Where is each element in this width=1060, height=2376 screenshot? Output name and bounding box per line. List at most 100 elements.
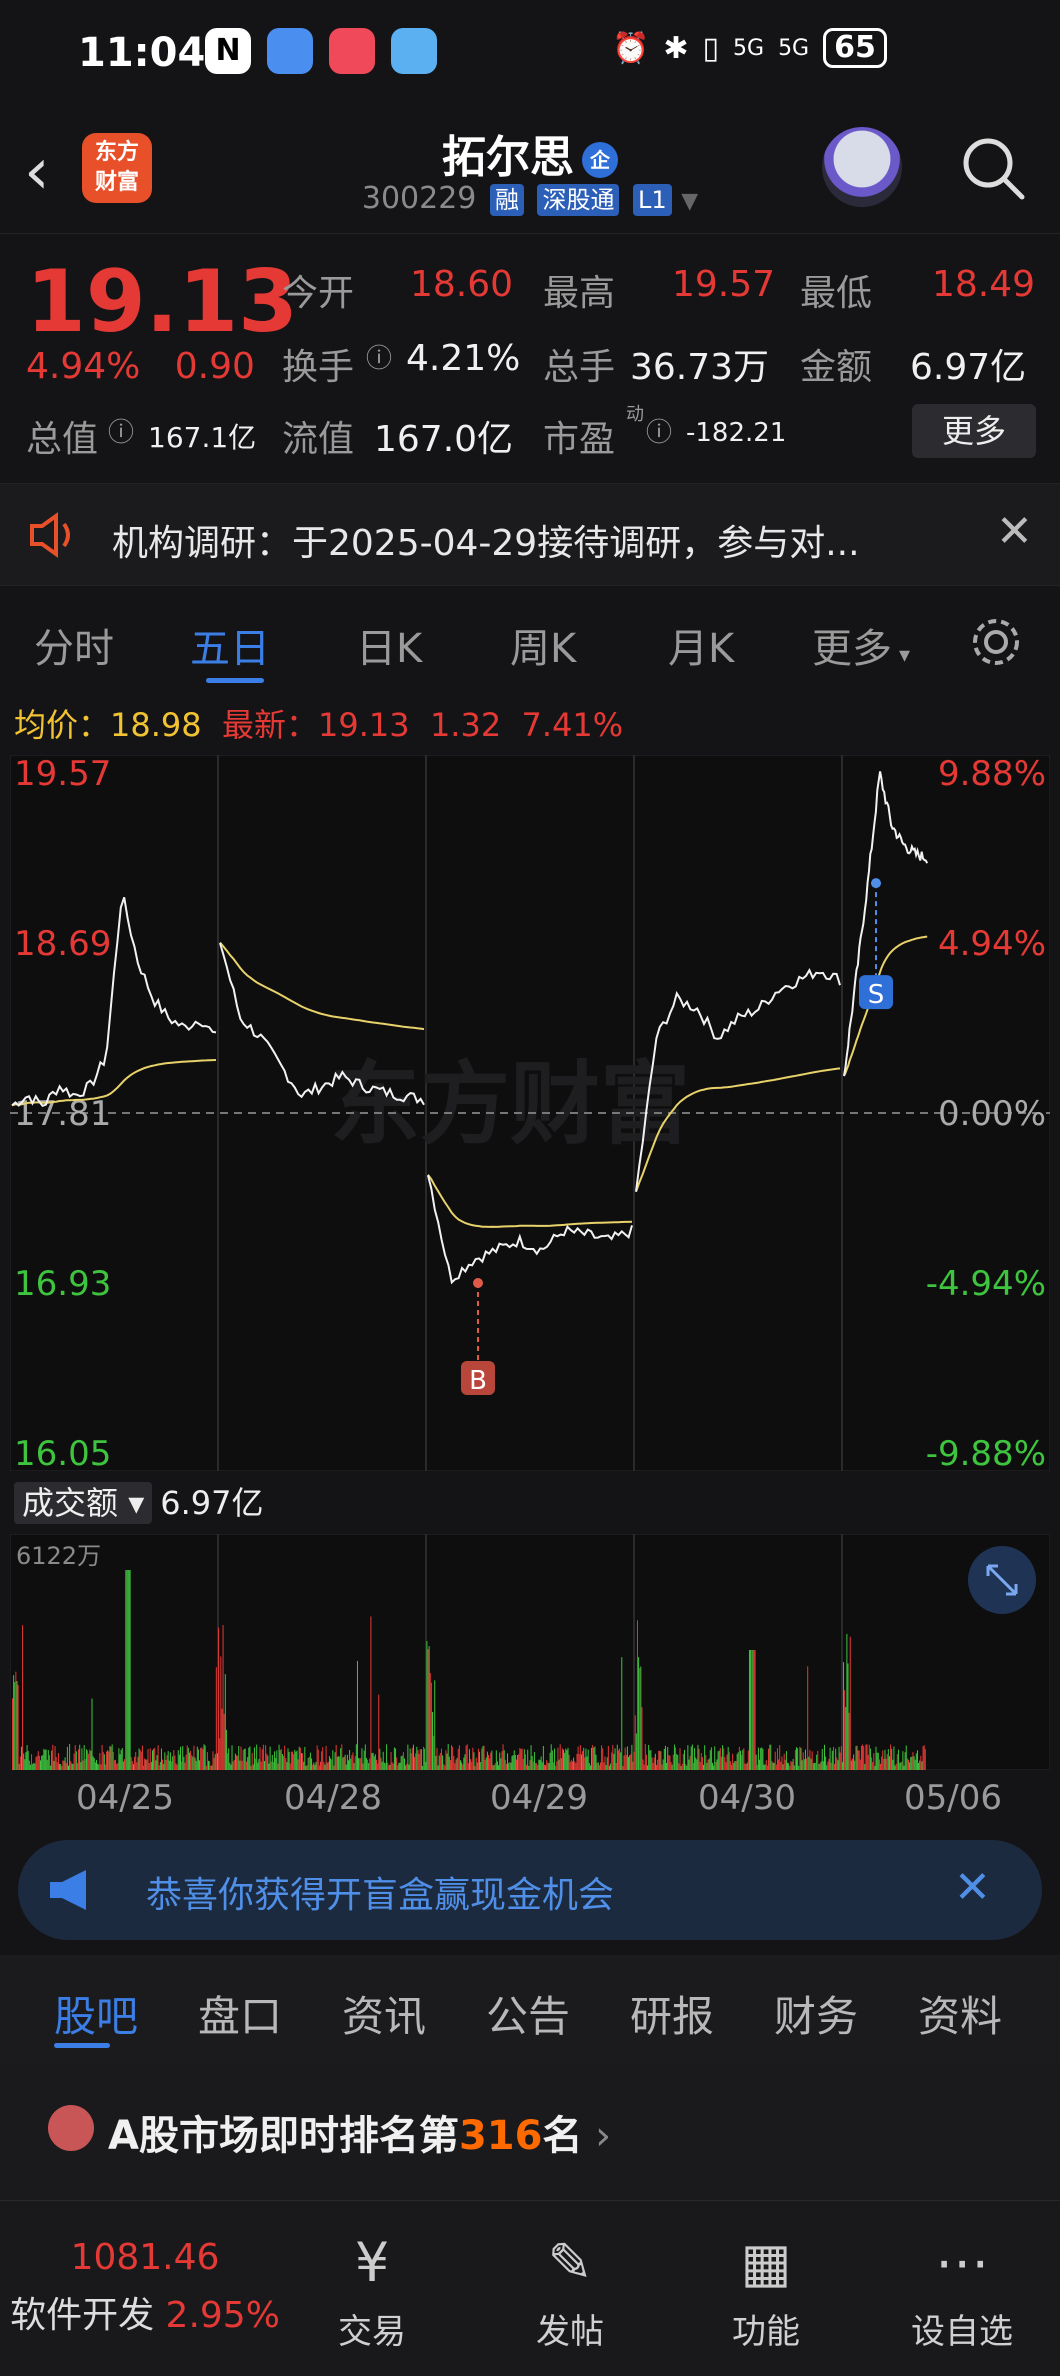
more-button[interactable]: 更多 xyxy=(912,404,1036,458)
volume-bar xyxy=(565,1748,567,1770)
rank-suffix: 名 xyxy=(542,2113,583,2159)
volume-bar xyxy=(705,1754,707,1770)
volume-total: 6.97亿 xyxy=(160,1484,264,1522)
volume-bar xyxy=(247,1757,249,1770)
edit-icon: ✎ xyxy=(547,2231,593,2294)
volume-bar xyxy=(85,1749,87,1770)
nav-post[interactable]: ✎ 发帖 xyxy=(500,2231,640,2353)
sector-index[interactable]: 1081.46 软件开发 2.95% xyxy=(0,2237,290,2338)
tab-monthly-k[interactable]: 月K xyxy=(668,616,734,674)
info-icon[interactable]: ⓘ xyxy=(366,338,392,375)
volume-bar xyxy=(614,1748,616,1770)
volume-bar xyxy=(336,1756,338,1770)
volume-bar xyxy=(81,1748,83,1770)
tab-research[interactable]: 研报 xyxy=(630,1983,714,2044)
tab-announcements[interactable]: 公告 xyxy=(486,1983,570,2044)
volume-bar xyxy=(873,1753,875,1770)
volume-bar xyxy=(671,1764,673,1770)
volume-bar xyxy=(241,1760,243,1770)
tab-daily-k[interactable]: 日K xyxy=(356,616,422,674)
volume-bar xyxy=(120,1749,122,1770)
info-icon[interactable]: ⓘ xyxy=(646,412,672,449)
volume-bar xyxy=(330,1758,332,1770)
volume-bar xyxy=(117,1763,119,1770)
volume-bar xyxy=(214,1754,216,1770)
volume-bar xyxy=(358,1758,360,1770)
volume-bar xyxy=(353,1763,355,1770)
assistant-avatar[interactable] xyxy=(822,127,902,207)
volume-bar xyxy=(485,1757,487,1770)
volume-bar xyxy=(153,1748,155,1770)
volume-bar xyxy=(340,1748,342,1770)
notice-bar[interactable]: 机构调研：于2025-04-29接待调研，参与对... ✕ xyxy=(0,483,1060,586)
volume-bar xyxy=(342,1757,344,1770)
search-icon[interactable] xyxy=(958,133,1028,203)
volume-bar xyxy=(62,1760,64,1770)
tab-more[interactable]: 更多 ▾ xyxy=(812,616,910,674)
volume-bar xyxy=(645,1754,647,1770)
rank-row[interactable]: A股市场即时排名第316名 › xyxy=(0,2063,1060,2203)
volume-bar xyxy=(90,1750,92,1770)
volume-bar xyxy=(132,1764,134,1770)
nav-functions[interactable]: ▦ 功能 xyxy=(696,2231,836,2353)
volume-bar xyxy=(426,1641,428,1770)
tab-five-day[interactable]: 五日 xyxy=(190,616,270,674)
nav-trade[interactable]: ¥ 交易 xyxy=(302,2231,442,2353)
y-axis-label: 19.57 xyxy=(14,755,111,794)
volume-bar xyxy=(880,1763,881,1770)
tab-intraday[interactable]: 分时 xyxy=(34,616,114,674)
volume-bar xyxy=(384,1763,386,1770)
volume-bar xyxy=(65,1763,67,1770)
volume-bar xyxy=(381,1761,383,1770)
volume-bar xyxy=(874,1765,876,1770)
volume-bar xyxy=(157,1745,159,1770)
volume-chart[interactable]: 6122万 xyxy=(10,1534,1050,1770)
volume-label: 成交额 xyxy=(22,1484,119,1522)
tab-finance[interactable]: 财务 xyxy=(774,1983,858,2044)
chevron-down-icon[interactable]: ▼ xyxy=(681,189,698,214)
volume-bar xyxy=(915,1753,917,1770)
volume-header[interactable]: 成交额 ▾ 6.97亿 xyxy=(14,1478,264,1524)
tab-pankou[interactable]: 盘口 xyxy=(198,1983,282,2044)
close-icon[interactable]: ✕ xyxy=(996,506,1033,557)
volume-bar xyxy=(393,1747,395,1770)
five-day-chart[interactable]: 东方财富 19.57 9.88%18.69 4.94%17.81 0.00%16.93… xyxy=(10,755,1050,1471)
tab-news[interactable]: 资讯 xyxy=(342,1983,426,2044)
volume-bar xyxy=(252,1764,254,1770)
volume-bar xyxy=(575,1763,577,1770)
settings-icon[interactable] xyxy=(968,614,1024,670)
volume-bar xyxy=(129,1570,131,1770)
volume-bar xyxy=(503,1750,505,1770)
volume-bar xyxy=(356,1660,358,1770)
volume-bar xyxy=(16,1681,18,1770)
volume-bar xyxy=(653,1757,655,1770)
tab-profile[interactable]: 资料 xyxy=(918,1983,1002,2044)
tab-weekly-k[interactable]: 周K xyxy=(510,616,576,674)
volume-bar xyxy=(259,1747,261,1770)
volume-bar xyxy=(373,1756,375,1770)
volume-bar xyxy=(600,1762,601,1770)
volume-bar xyxy=(13,1675,15,1770)
latest-label: 最新： xyxy=(221,706,318,744)
latest-value: 19.13 xyxy=(317,706,410,744)
notification-icons: N xyxy=(205,28,437,74)
volume-bar xyxy=(258,1759,260,1770)
info-icon[interactable]: ⓘ xyxy=(108,412,134,449)
vibrate-icon: ▯ xyxy=(702,30,720,66)
volume-dropdown[interactable]: 成交额 ▾ xyxy=(14,1482,153,1524)
tab-guba[interactable]: 股吧 xyxy=(54,1983,138,2044)
promo-banner[interactable]: 恭喜你获得开盲盒赢现金机会 ✕ xyxy=(18,1840,1042,1940)
volume-bar xyxy=(566,1750,568,1770)
volume-bar xyxy=(293,1754,295,1770)
volume-bar xyxy=(376,1759,377,1770)
volume-bar xyxy=(126,1570,128,1770)
volume-bar xyxy=(872,1761,874,1770)
close-banner-icon[interactable]: ✕ xyxy=(954,1862,991,1913)
volume-bar xyxy=(704,1745,706,1770)
volume-bar xyxy=(735,1761,737,1770)
volume-bar xyxy=(320,1761,321,1770)
volume-bar xyxy=(658,1750,660,1770)
volume-bar xyxy=(727,1746,729,1770)
nav-watchlist[interactable]: ⋯ 设自选 xyxy=(892,2231,1032,2353)
volume-bar xyxy=(595,1754,597,1770)
